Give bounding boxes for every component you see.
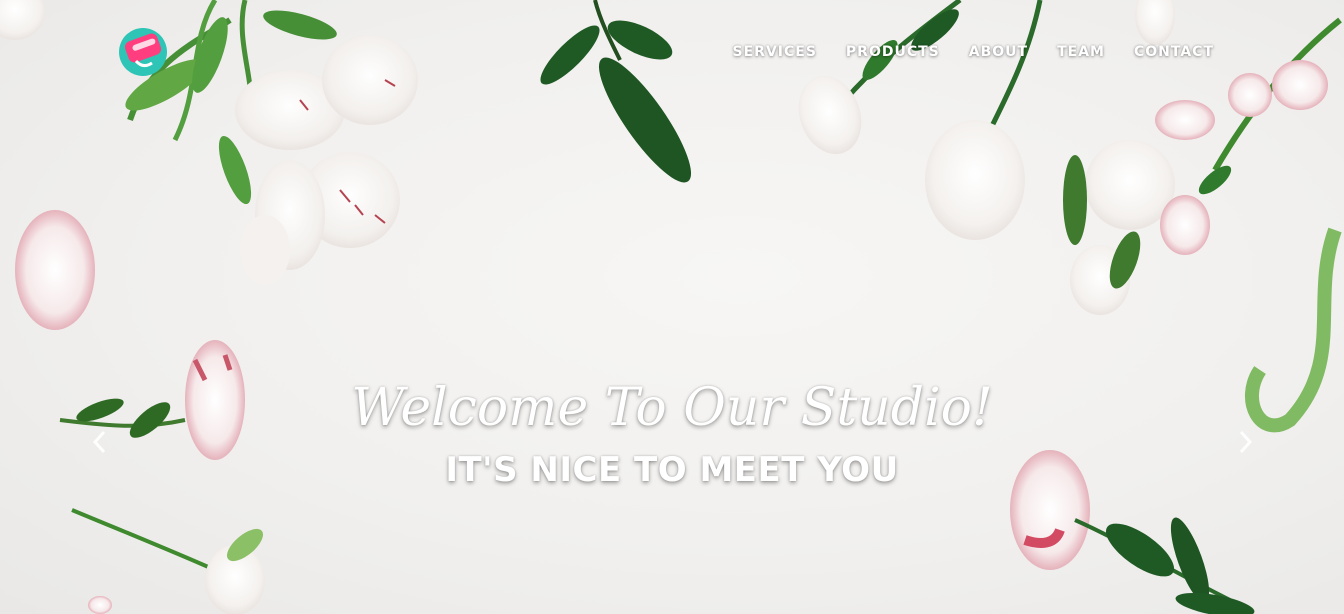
main-nav: SERVICES PRODUCTS ABOUT TEAM CONTACT: [733, 41, 1214, 63]
paint-roller-logo-icon: [119, 28, 167, 76]
hero-section: SERVICES PRODUCTS ABOUT TEAM CONTACT Wel…: [0, 0, 1344, 614]
nav-item-contact[interactable]: CONTACT: [1134, 44, 1214, 60]
chevron-right-icon: [1239, 430, 1253, 454]
nav-item-about[interactable]: ABOUT: [969, 44, 1028, 60]
carousel-next-button[interactable]: [1235, 428, 1255, 456]
nav-item-services[interactable]: SERVICES: [733, 44, 817, 60]
hero-copy: Welcome To Our Studio! IT'S NICE TO MEET…: [0, 376, 1344, 492]
nav-item-team[interactable]: TEAM: [1057, 44, 1105, 60]
hero-subheading: IT'S NICE TO MEET YOU: [445, 450, 899, 490]
floral-background-image: [0, 0, 1342, 614]
chevron-left-icon: [92, 430, 106, 454]
carousel-prev-button[interactable]: [90, 428, 110, 456]
hero-welcome-heading: Welcome To Our Studio!: [351, 378, 993, 438]
brand-logo[interactable]: [118, 27, 168, 77]
nav-item-products[interactable]: PRODUCTS: [846, 44, 940, 60]
